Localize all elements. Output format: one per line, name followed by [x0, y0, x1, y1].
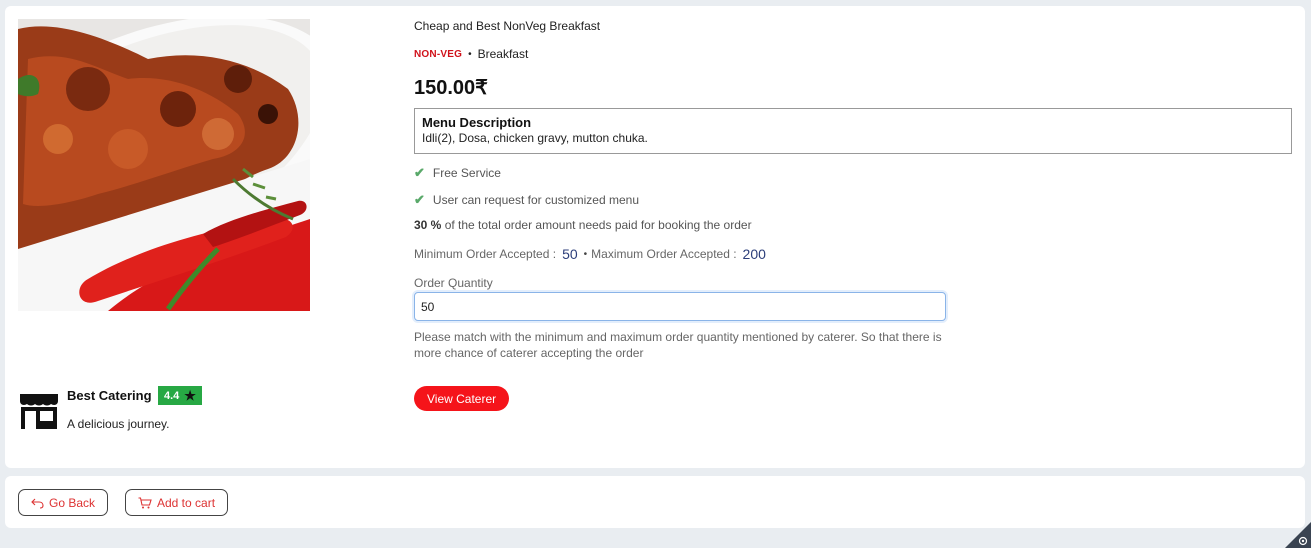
caterer-name: Best Catering	[67, 388, 152, 403]
dot-separator: •	[583, 248, 588, 260]
menu-price: 150.00₹	[414, 77, 488, 99]
menu-detail-card: Best Catering 4.4 ★ A delicious journey.…	[5, 6, 1305, 468]
menu-title: Cheap and Best NonVeg Breakfast	[414, 19, 601, 33]
order-limits: Minimum Order Accepted : 50 • Maximum Or…	[414, 246, 772, 262]
max-order-value: 200	[742, 246, 766, 262]
check-icon: ✔	[414, 165, 425, 180]
feature-label: Free Service	[432, 166, 501, 180]
undo-icon	[31, 497, 44, 509]
nonveg-tag: NON-VEG	[414, 48, 463, 60]
feature-custom-menu: ✔ User can request for customized menu	[414, 192, 639, 208]
min-order-label: Minimum Order Accepted :	[414, 247, 557, 261]
cart-icon	[138, 496, 152, 509]
caterer-tagline: A delicious journey.	[67, 417, 170, 431]
category-label: Breakfast	[477, 47, 529, 61]
advance-percent: 30 %	[414, 218, 442, 232]
description-text: Idli(2), Dosa, chicken gravy, mutton chu…	[422, 131, 648, 145]
order-quantity-input[interactable]	[414, 292, 946, 321]
rating-badge: 4.4 ★	[158, 386, 202, 405]
dot-separator: •	[468, 48, 472, 60]
caterer-info: Best Catering 4.4 ★ A delicious journey.	[18, 386, 318, 436]
rating-value: 4.4	[164, 389, 180, 402]
min-order-value: 50	[562, 246, 578, 262]
order-quantity-label: Order Quantity	[414, 276, 493, 290]
advance-text: of the total order amount needs paid for…	[444, 218, 752, 232]
menu-photo	[18, 19, 310, 311]
check-icon: ✔	[414, 192, 425, 207]
advance-payment-note: 30 % of the total order amount needs pai…	[414, 218, 752, 232]
go-back-button[interactable]: Go Back	[18, 489, 109, 516]
feature-free-service: ✔ Free Service	[414, 165, 501, 181]
order-quantity-help: Please match with the minimum and maximu…	[414, 330, 942, 360]
view-caterer-button[interactable]: View Caterer	[414, 386, 510, 411]
star-icon: ★	[184, 388, 196, 403]
add-to-cart-label: Add to cart	[157, 495, 216, 510]
feature-label: User can request for customized menu	[432, 193, 639, 207]
menu-details: Cheap and Best NonVeg Breakfast NON-VEG …	[414, 6, 1294, 466]
store-icon	[18, 388, 60, 435]
max-order-label: Maximum Order Accepted :	[591, 247, 737, 261]
menu-tags: NON-VEG • Breakfast	[414, 47, 528, 61]
go-back-label: Go Back	[49, 495, 96, 510]
add-to-cart-button[interactable]: Add to cart	[125, 489, 229, 516]
settings-corner-button[interactable]	[1285, 522, 1311, 548]
description-heading: Menu Description	[422, 115, 532, 130]
menu-description-box: Menu Description Idli(2), Dosa, chicken …	[414, 108, 1292, 154]
gear-icon	[1285, 522, 1311, 548]
action-bar: Go Back Add to cart	[5, 476, 1305, 528]
